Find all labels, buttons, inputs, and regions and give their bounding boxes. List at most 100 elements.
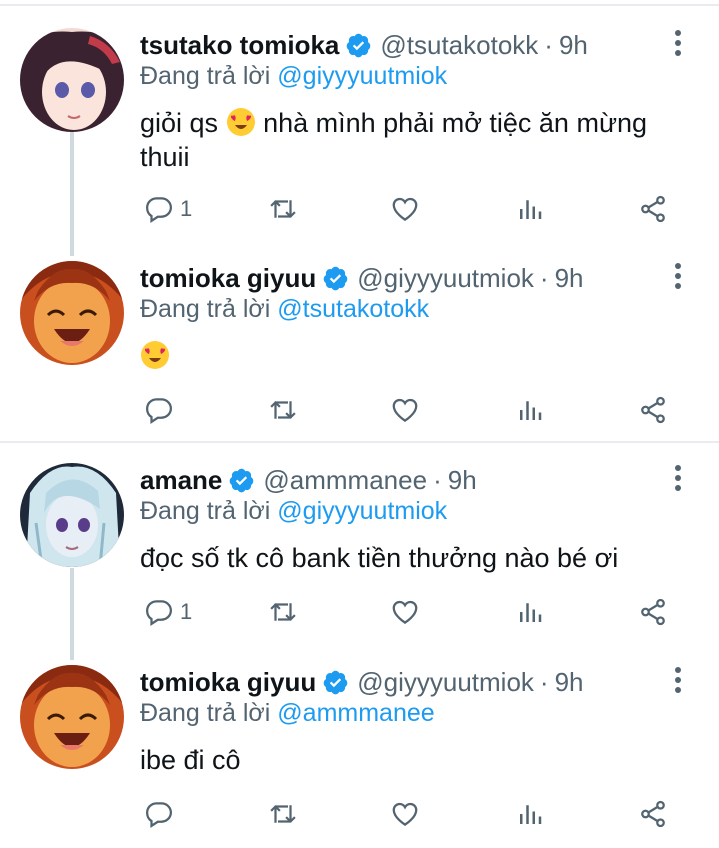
tweet-header: tsutako tomioka @tsutakotokk · 9h xyxy=(140,28,588,62)
reply-button[interactable] xyxy=(144,797,180,831)
reply-button[interactable]: 1 xyxy=(144,595,192,629)
user-handle[interactable]: @tsutakotokk xyxy=(380,30,538,61)
verified-badge-icon xyxy=(230,468,254,492)
heart-eyes-emoji-icon xyxy=(141,341,169,369)
verified-badge-icon xyxy=(347,33,371,57)
replying-prefix: Đang trả lời xyxy=(140,497,271,525)
tweet-header: tomioka giyuu @giyyyuutmiok · 9h xyxy=(140,261,584,295)
reply-button[interactable]: 1 xyxy=(144,192,192,226)
timestamp[interactable]: 9h xyxy=(448,465,477,496)
analytics-button[interactable] xyxy=(515,192,545,226)
more-options-icon[interactable] xyxy=(664,463,692,497)
replying-prefix: Đang trả lời xyxy=(140,62,271,90)
analytics-button[interactable] xyxy=(515,595,545,629)
tweet-text: ibe đi cô xyxy=(140,743,680,777)
separator-dot: · xyxy=(544,29,553,60)
user-handle[interactable]: @giyyyuutmiok xyxy=(357,667,534,698)
analytics-button[interactable] xyxy=(515,393,545,427)
share-icon xyxy=(641,195,665,223)
thread-connector-line xyxy=(70,132,74,256)
avatar[interactable] xyxy=(20,261,124,365)
mention-link[interactable]: @ammmanee xyxy=(277,699,434,727)
replying-prefix: Đang trả lời xyxy=(140,295,271,323)
mention-link[interactable]: @giyyyuutmiok xyxy=(277,497,447,525)
tweet-actions xyxy=(140,797,680,831)
analytics-icon xyxy=(520,603,542,622)
retweet-icon xyxy=(270,603,296,621)
share-icon xyxy=(641,598,665,626)
more-options-icon[interactable] xyxy=(664,261,692,295)
tweet-text-part: giỏi qs xyxy=(140,108,219,138)
like-button[interactable] xyxy=(390,595,420,629)
tweet-text-part: đọc số tk cô bank tiền thưởng nào bé ơi xyxy=(140,543,619,573)
avatar[interactable] xyxy=(20,665,124,769)
like-button[interactable] xyxy=(390,393,420,427)
display-name[interactable]: tomioka giyuu xyxy=(140,263,316,294)
smiling-anime-avatar xyxy=(20,261,124,365)
retweet-icon xyxy=(270,805,296,823)
replying-to: Đang trả lời @tsutakotokk xyxy=(140,295,429,324)
reply-icon xyxy=(145,802,173,828)
replying-to: Đang trả lời @giyyyuutmiok xyxy=(140,497,447,526)
mention-link[interactable]: @giyyyuutmiok xyxy=(277,62,447,90)
reply-count: 1 xyxy=(180,599,193,624)
verified-badge-icon xyxy=(323,266,348,290)
user-handle[interactable]: @ammmanee xyxy=(263,465,427,496)
heart-eyes-emoji-icon xyxy=(226,108,255,136)
timestamp[interactable]: 9h xyxy=(559,30,588,61)
timestamp[interactable]: 9h xyxy=(555,263,584,294)
share-button[interactable] xyxy=(638,192,668,226)
tweet-text xyxy=(140,339,680,373)
tweet-header: tomioka giyuu @giyyyuutmiok · 9h xyxy=(140,665,584,699)
timestamp[interactable]: 9h xyxy=(555,667,584,698)
retweet-button[interactable] xyxy=(268,393,298,427)
retweet-icon xyxy=(270,200,296,218)
analytics-icon xyxy=(520,200,542,219)
mention-link[interactable]: @tsutakotokk xyxy=(277,295,429,323)
smiling-anime-avatar xyxy=(20,665,124,769)
retweet-icon xyxy=(270,401,296,419)
retweet-button[interactable] xyxy=(268,595,298,629)
display-name[interactable]: tsutako tomioka xyxy=(140,30,339,61)
heart-icon xyxy=(392,600,418,624)
display-name[interactable]: amane xyxy=(140,465,222,496)
anime-girl-avatar xyxy=(20,28,124,132)
more-options-icon[interactable] xyxy=(664,28,692,62)
thread-connector-line xyxy=(70,568,74,660)
heart-icon xyxy=(392,802,418,826)
retweet-button[interactable] xyxy=(268,797,298,831)
tweet-header: amane @ammmanee · 9h xyxy=(140,463,477,497)
top-divider xyxy=(0,4,719,6)
share-button[interactable] xyxy=(638,797,668,831)
tweet-text: đọc số tk cô bank tiền thưởng nào bé ơi xyxy=(140,541,680,575)
like-button[interactable] xyxy=(390,797,420,831)
share-icon xyxy=(641,396,665,424)
tweet-actions: 1 xyxy=(140,192,680,226)
reply-button[interactable] xyxy=(144,393,180,427)
tweet-text-part: ibe đi cô xyxy=(140,745,241,775)
reply-icon xyxy=(145,600,173,626)
display-name[interactable]: tomioka giyuu xyxy=(140,667,316,698)
reply-icon xyxy=(145,398,173,424)
separator-dot: · xyxy=(433,464,442,495)
analytics-icon xyxy=(520,401,542,420)
more-options-icon[interactable] xyxy=(664,665,692,699)
share-button[interactable] xyxy=(638,595,668,629)
user-handle[interactable]: @giyyyuutmiok xyxy=(357,263,534,294)
share-button[interactable] xyxy=(638,393,668,427)
tweet-text-part: nhà mình phải mở tiệc ăn mừng xyxy=(263,108,648,138)
like-button[interactable] xyxy=(390,192,420,226)
heart-icon xyxy=(392,398,418,422)
white-hair-anime-avatar xyxy=(20,463,124,567)
avatar[interactable] xyxy=(20,463,124,567)
retweet-button[interactable] xyxy=(268,192,298,226)
avatar[interactable] xyxy=(20,28,124,132)
analytics-button[interactable] xyxy=(515,797,545,831)
replying-to: Đang trả lời @giyyyuutmiok xyxy=(140,62,447,91)
replying-prefix: Đang trả lời xyxy=(140,699,271,727)
reply-count: 1 xyxy=(180,196,193,221)
reply-icon xyxy=(145,197,173,223)
tweet-actions: 1 xyxy=(140,595,680,629)
replying-to: Đang trả lời @ammmanee xyxy=(140,699,435,728)
tweet-text: giỏi qs nhà mình phải mở tiệc ăn mừng th… xyxy=(140,106,680,174)
